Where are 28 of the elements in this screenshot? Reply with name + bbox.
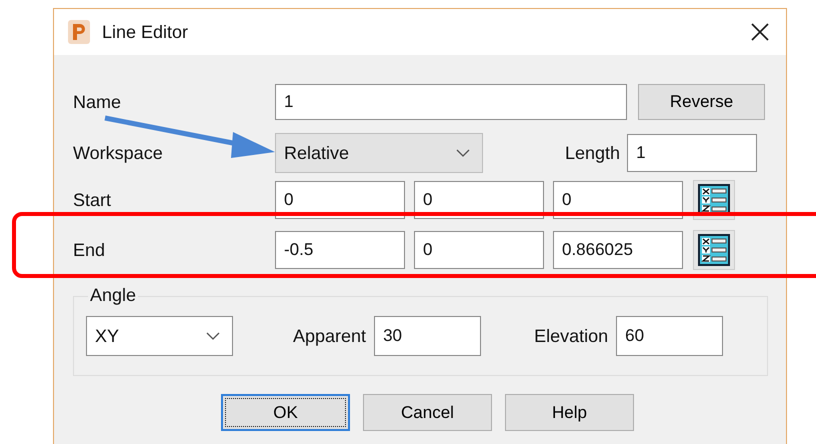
name-label: Name bbox=[73, 92, 122, 112]
dialog-button[interactable]: Cancel bbox=[363, 394, 492, 431]
length-label: Length bbox=[565, 142, 620, 164]
elevation-label: Elevation bbox=[534, 326, 608, 346]
plane-dropdown[interactable]: XY bbox=[86, 316, 233, 356]
dialog-button[interactable]: OK bbox=[221, 394, 350, 431]
coordinate-list-button[interactable] bbox=[693, 230, 735, 270]
length-field[interactable]: 1 bbox=[627, 134, 758, 172]
coordinate-list-button[interactable] bbox=[693, 180, 735, 220]
chevron-icon bbox=[206, 332, 220, 340]
point-label: End bbox=[73, 240, 106, 260]
chevron-icon bbox=[456, 149, 470, 157]
window-title: Line Editor bbox=[102, 22, 190, 42]
reverse-button[interactable]: Reverse bbox=[638, 84, 765, 120]
workspace-label: Workspace bbox=[73, 142, 164, 164]
point-label: Start bbox=[73, 190, 112, 210]
close-icon[interactable] bbox=[750, 22, 770, 42]
apparent-field[interactable]: 30 bbox=[374, 316, 482, 356]
apparent-label: Apparent bbox=[293, 326, 366, 346]
elevation-field[interactable]: 60 bbox=[616, 316, 724, 356]
app-logo-icon bbox=[68, 20, 90, 44]
coordinate-field[interactable]: 0.866025 bbox=[553, 231, 683, 269]
workspace-dropdown[interactable]: Relative bbox=[275, 133, 483, 173]
coordinate-field[interactable]: 0 bbox=[414, 231, 544, 269]
dialog-button[interactable]: Help bbox=[505, 394, 634, 431]
coordinate-field[interactable]: -0.5 bbox=[275, 231, 405, 269]
angle-group-title: Angle bbox=[88, 285, 138, 306]
name-field[interactable]: 1 bbox=[275, 84, 627, 120]
